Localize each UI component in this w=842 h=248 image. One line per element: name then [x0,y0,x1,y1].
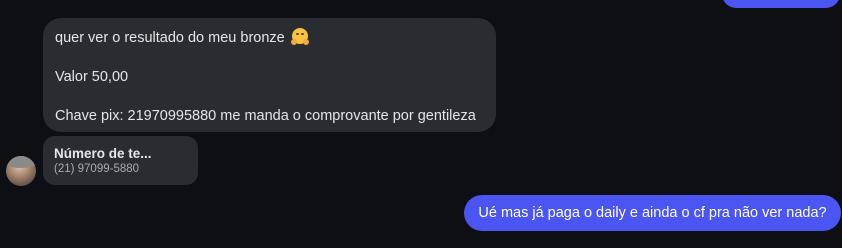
contact-phone: (21) 97099-5880 [54,163,140,175]
outgoing-message-bubble-previous[interactable] [722,0,840,8]
message-text: quer ver o resultado do meu bronze [55,30,285,46]
contact-name: Número de te... [54,146,152,161]
message-line: quer ver o resultado do meu bronze [55,28,484,49]
message-line: Chave pix: 21970995880 me manda o compro… [55,108,476,124]
contact-card[interactable]: Número de te... (21) 97099-5880 [43,136,198,185]
incoming-message-bubble[interactable]: quer ver o resultado do meu bronze Valor… [43,18,496,132]
outgoing-message-bubble[interactable]: Ué mas já paga o daily e ainda o cf pra … [464,195,841,231]
chat-thread: quer ver o resultado do meu bronze Valor… [0,0,842,248]
hugging-face-emoji-icon [290,28,309,45]
message-line: Valor 50,00 [55,69,129,85]
avatar[interactable] [6,156,36,186]
